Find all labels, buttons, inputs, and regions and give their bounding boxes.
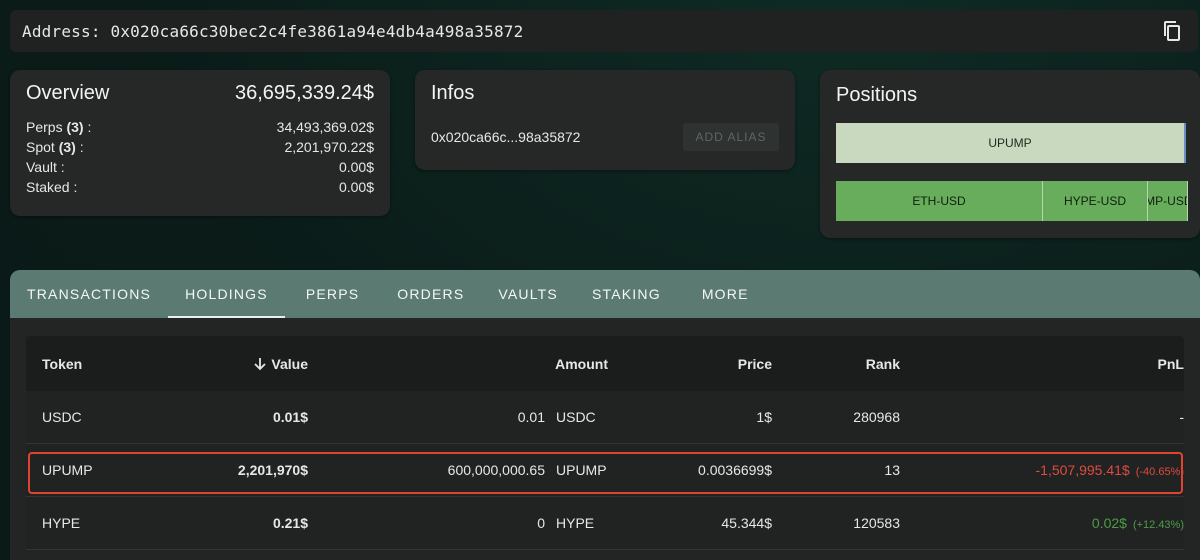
infos-title: Infos xyxy=(431,82,475,104)
overview-card: Overview 36,695,339.24$ Perps (3) : 34,4… xyxy=(10,70,390,216)
table-row[interactable]: HYPE 0.21$ 0 HYPE 45.344$ 120583 0.02$ (+1… xyxy=(26,497,1184,550)
cell-token: USDC xyxy=(42,409,82,425)
sort-down-icon xyxy=(254,357,267,370)
tab-bar: TRANSACTIONS HOLDINGS PERPS ORDERS VAULT… xyxy=(10,270,1200,318)
position-hype-usd[interactable]: HYPE-USD xyxy=(1043,181,1148,221)
overview-row-vault: Vault : 0.00$ xyxy=(26,159,374,175)
add-alias-button[interactable]: ADD ALIAS xyxy=(683,123,779,151)
address-text: Address: 0x020ca66c30bec2c4fe3861a94e4db… xyxy=(22,21,524,41)
cell-value: 2,201,970$ xyxy=(237,462,308,478)
cell-amount: 600,000,000.65 UPUMP xyxy=(447,462,607,478)
tab-perps[interactable]: PERPS xyxy=(285,270,380,318)
cell-rank: 280968 xyxy=(853,409,900,425)
header-rank[interactable]: Rank xyxy=(772,356,900,372)
header-token[interactable]: Token xyxy=(26,356,166,372)
header-value[interactable]: Value xyxy=(166,356,308,372)
holdings-table: Token Value Amount Price Rank PnL USDC 0… xyxy=(26,336,1184,550)
cell-pnl: - xyxy=(1179,409,1184,425)
positions-title: Positions xyxy=(836,84,918,106)
header-pnl[interactable]: PnL xyxy=(900,356,1184,372)
position-pump-usd[interactable]: PUMP-USD xyxy=(1148,181,1188,221)
cell-value: 0.21$ xyxy=(272,515,308,531)
table-row[interactable]: USDC 0.01$ 0.01 USDC 1$ 280968 - xyxy=(26,391,1184,444)
position-eth-usd[interactable]: ETH-USD xyxy=(836,181,1043,221)
table-header: Token Value Amount Price Rank PnL xyxy=(26,336,1184,391)
copy-icon[interactable] xyxy=(1160,19,1184,43)
address-bar: Address: 0x020ca66c30bec2c4fe3861a94e4db… xyxy=(10,10,1198,52)
tab-vaults[interactable]: VAULTS xyxy=(481,270,575,318)
cell-value: 0.01$ xyxy=(272,409,308,425)
cell-price: 0.0036699$ xyxy=(698,462,772,478)
header-price[interactable]: Price xyxy=(608,356,772,372)
cell-token: UPUMP xyxy=(42,462,93,478)
infos-card: Infos 0x020ca66c...98a35872 ADD ALIAS xyxy=(415,70,795,170)
cell-amount: 0 HYPE xyxy=(537,515,595,531)
tab-staking[interactable]: STAKING xyxy=(575,270,678,318)
cell-price: 45.344$ xyxy=(721,515,772,531)
cell-amount: 0.01 USDC xyxy=(517,409,596,425)
cell-price: 1$ xyxy=(756,409,772,425)
overview-row-perps: Perps (3) : 34,493,369.02$ xyxy=(26,119,374,135)
table-row[interactable]: UPUMP 2,201,970$ 600,000,000.65 UPUMP 0.0… xyxy=(26,444,1184,497)
tab-transactions[interactable]: TRANSACTIONS xyxy=(10,270,168,318)
tab-holdings[interactable]: HOLDINGS xyxy=(168,270,285,318)
cell-pnl: 0.02$ (+12.43%) xyxy=(1091,515,1184,531)
cell-rank: 13 xyxy=(884,462,900,478)
overview-row-spot: Spot (3) : 2,201,970.22$ xyxy=(26,139,374,155)
cell-pnl: -1,507,995.41$ (-40.65%) xyxy=(1035,462,1185,478)
tab-orders[interactable]: ORDERS xyxy=(380,270,481,318)
short-address: 0x020ca66c...98a35872 xyxy=(431,129,581,145)
overview-row-staked: Staked : 0.00$ xyxy=(26,179,374,195)
position-spot-upump[interactable]: UPUMP xyxy=(836,123,1186,163)
cell-rank: 120583 xyxy=(853,515,900,531)
header-amount[interactable]: Amount xyxy=(308,356,608,372)
perp-positions: ETH-USD HYPE-USD PUMP-USD xyxy=(836,181,1188,221)
overview-total: 36,695,339.24$ xyxy=(234,82,374,104)
positions-card: Positions UPUMP ETH-USD HYPE-USD PUMP-US… xyxy=(820,70,1200,238)
tab-more[interactable]: MORE xyxy=(678,270,773,318)
overview-title: Overview xyxy=(26,82,110,104)
tabs-panel: TRANSACTIONS HOLDINGS PERPS ORDERS VAULT… xyxy=(10,270,1200,560)
cell-token: HYPE xyxy=(42,515,81,531)
